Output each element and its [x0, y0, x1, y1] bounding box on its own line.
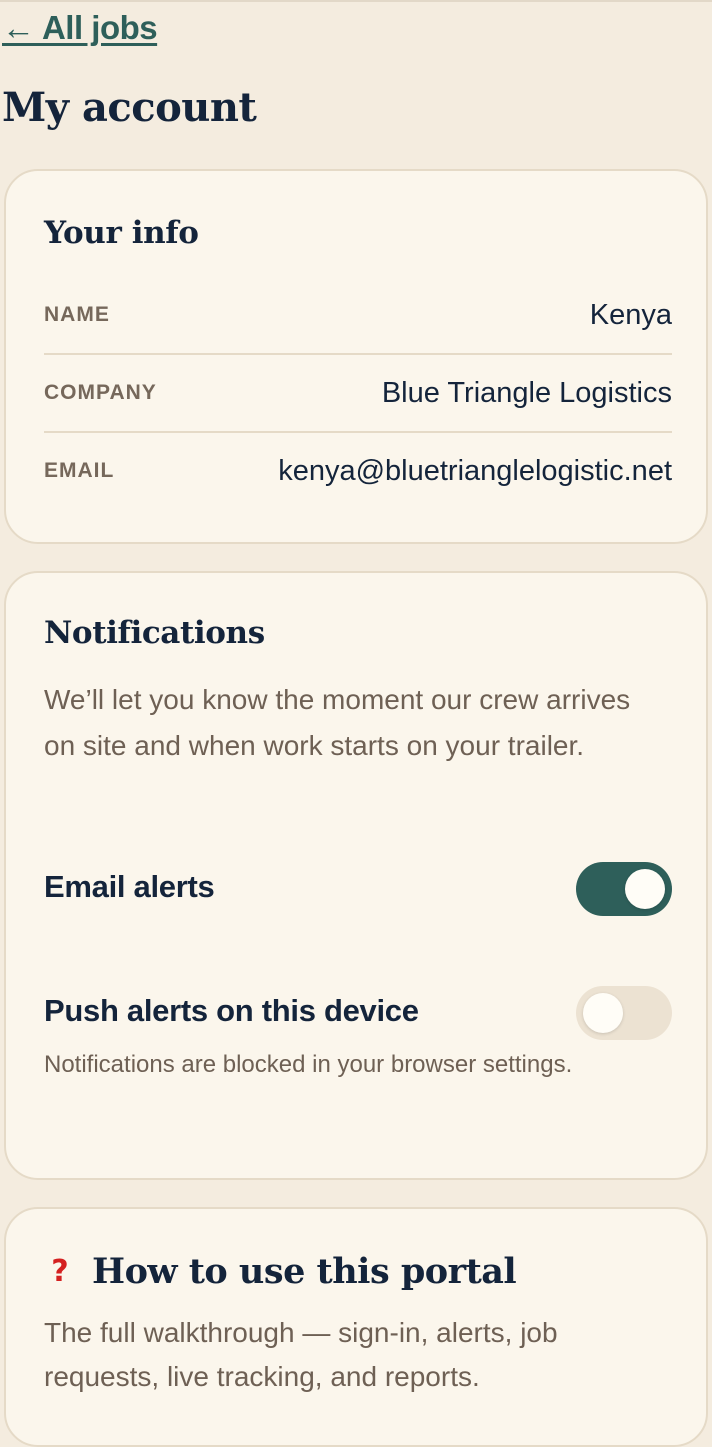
email-alerts-label: Email alerts — [44, 869, 215, 904]
info-label-email: EMAIL — [44, 459, 115, 482]
push-alerts-toggle[interactable] — [576, 986, 672, 1040]
page-title: My account — [2, 84, 257, 131]
your-info-title: Your info — [44, 215, 199, 251]
help-title-row: ? How to use this portal — [44, 1251, 516, 1293]
question-mark-icon: ? — [51, 1254, 69, 1289]
toggle-knob — [625, 869, 665, 909]
back-to-all-jobs-link[interactable]: ← All jobs — [2, 8, 158, 48]
info-row-email: EMAIL kenya@bluetrianglelogistic.net — [44, 432, 672, 510]
info-value-name: Kenya — [589, 298, 672, 331]
email-alerts-toggle[interactable] — [576, 862, 672, 916]
notifications-title: Notifications — [44, 615, 265, 651]
top-divider — [0, 0, 712, 2]
help-description: The full walkthrough — sign-in, alerts, … — [44, 1317, 558, 1392]
help-portal-card[interactable]: ? How to use this portal The full walkth… — [4, 1207, 708, 1447]
info-row-company: COMPANY Blue Triangle Logistics — [44, 355, 672, 433]
toggle-knob — [583, 993, 623, 1033]
push-alerts-label: Push alerts on this device — [44, 993, 419, 1028]
info-row-name: NAME Kenya — [44, 277, 672, 355]
push-alerts-blocked-note: Notifications are blocked in your browse… — [44, 1051, 573, 1078]
notifications-description: We’ll let you know the moment our crew a… — [44, 684, 631, 761]
help-title: How to use this portal — [92, 1251, 517, 1292]
info-value-email: kenya@bluetrianglelogistic.net — [278, 454, 672, 487]
info-label-name: NAME — [44, 303, 110, 326]
info-value-company: Blue Triangle Logistics — [381, 376, 672, 409]
your-info-card: Your info NAME Kenya COMPANY Blue Triang… — [4, 169, 708, 544]
notifications-card: Notifications We’ll let you know the mom… — [4, 571, 708, 1180]
info-label-company: COMPANY — [44, 381, 157, 404]
